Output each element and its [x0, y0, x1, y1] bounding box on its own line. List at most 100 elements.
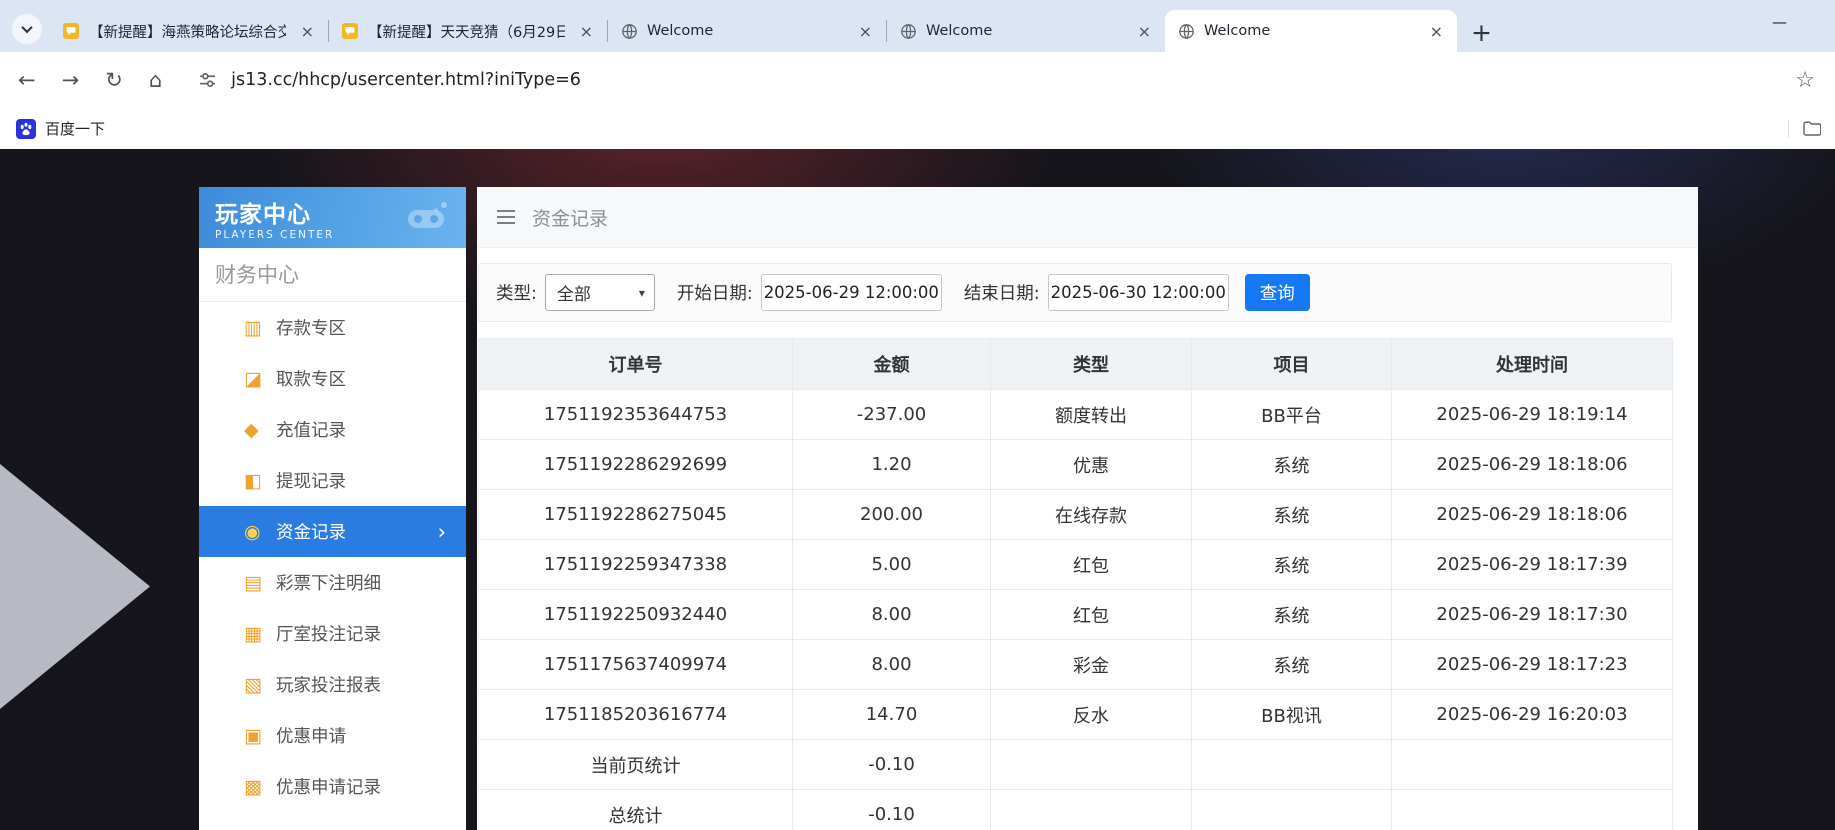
- sidebar-item-recharge-record[interactable]: ◆ 充值记录: [199, 404, 466, 455]
- table-cell: 200.00: [792, 489, 991, 540]
- cashout-record-icon: ◧: [244, 469, 262, 492]
- sidebar-item-player-bet-report[interactable]: ▧ 玩家投注报表: [199, 659, 466, 710]
- browser-tab[interactable]: 【新提醒】天天竞猜（6月29日 ×: [329, 10, 607, 52]
- promo-apply-icon: ▣: [244, 724, 262, 747]
- table-cell: [1391, 739, 1673, 790]
- table-row: 1751192250932440 8.00 红包 系统 2025-06-29 18:17…: [478, 589, 1673, 640]
- table-cell: 系统: [1191, 489, 1392, 540]
- tab-strip: 【新提醒】海燕策略论坛综合交 × 【新提醒】天天竞猜（6月29日 × Welcome × W…: [0, 0, 1835, 52]
- table-header-row: 订单号 金额 类型 项目 处理时间: [478, 338, 1673, 390]
- url-text[interactable]: js13.cc/hhcp/usercenter.html?iniType=6: [231, 70, 581, 90]
- hamburger-icon[interactable]: [497, 210, 517, 224]
- table-cell: 红包: [990, 589, 1192, 640]
- browser-window: 【新提醒】海燕策略论坛综合交 × 【新提醒】天天竞猜（6月29日 × Welcome × W…: [0, 0, 1835, 830]
- table-cell: BB平台: [1191, 389, 1392, 440]
- browser-tab[interactable]: Welcome ×: [1165, 10, 1457, 52]
- globe-icon: [900, 23, 917, 40]
- forward-button[interactable]: →: [62, 69, 80, 91]
- sidebar-item-hall-bet-record[interactable]: ▦ 厅室投注记录: [199, 608, 466, 659]
- other-bookmarks-folder-icon[interactable]: [1803, 121, 1821, 136]
- table-cell: 1.20: [792, 439, 991, 490]
- sidebar-item-label: 厅室投注记录: [276, 625, 381, 645]
- lottery-bet-detail-icon: ▤: [244, 571, 262, 594]
- table-row: 当前页统计 -0.10: [478, 739, 1673, 790]
- start-date-input[interactable]: [760, 274, 942, 311]
- tab-close-icon[interactable]: ×: [1424, 21, 1449, 42]
- table-cell: 2025-06-29 18:19:14: [1391, 389, 1673, 440]
- bookmarks-bar-right: [1788, 119, 1821, 138]
- table-cell: 1751175637409974: [478, 639, 793, 690]
- table-cell: -0.10: [792, 739, 991, 790]
- funds-table-body: 1751192353644753 -237.00 额度转出 BB平台 2025-06-2…: [478, 389, 1673, 830]
- new-tab-button[interactable]: +: [1471, 20, 1492, 45]
- table-cell: 总统计: [478, 789, 793, 830]
- sidebar-item-promo-apply-record[interactable]: ▩ 优惠申请记录: [199, 761, 466, 812]
- site-settings-icon[interactable]: [198, 71, 217, 90]
- reload-button[interactable]: ↻: [105, 69, 123, 91]
- table-cell: 在线存款: [990, 489, 1192, 540]
- table-cell: 2025-06-29 18:17:30: [1391, 589, 1673, 640]
- browser-toolbar: ← → ↻ ⌂ js13.cc/hhcp/usercenter.html?ini…: [0, 52, 1835, 108]
- table-cell: 当前页统计: [478, 739, 793, 790]
- table-cell: 1751192353644753: [478, 389, 793, 440]
- sidebar-item-label: 优惠申请记录: [276, 778, 381, 798]
- funds-table: 订单号 金额 类型 项目 处理时间 1751192353644753 -237.00 额度转…: [478, 338, 1673, 830]
- sidebar-item-funds-record[interactable]: ◉ 资金记录 ›: [199, 506, 466, 557]
- table-cell: 2025-06-29 18:18:06: [1391, 439, 1673, 490]
- tab-close-icon[interactable]: ×: [1132, 21, 1157, 42]
- back-button[interactable]: ←: [18, 69, 36, 91]
- funds-table-head: 订单号 金额 类型 项目 处理时间: [478, 338, 1673, 390]
- baidu-icon: [16, 118, 36, 139]
- deposit-icon: ▥: [244, 316, 262, 339]
- hall-bet-record-icon: ▦: [244, 622, 262, 645]
- table-cell: 8.00: [792, 589, 991, 640]
- table-row: 1751192353644753 -237.00 额度转出 BB平台 2025-06-2…: [478, 389, 1673, 440]
- end-date-input[interactable]: [1047, 274, 1229, 311]
- tab-close-icon[interactable]: ×: [853, 21, 878, 42]
- browser-tab[interactable]: Welcome ×: [887, 10, 1165, 52]
- table-cell: 1751192286292699: [478, 439, 793, 490]
- table-cell: [1391, 789, 1673, 830]
- sidebar-item-promo-apply[interactable]: ▣ 优惠申请: [199, 710, 466, 761]
- recharge-record-icon: ◆: [244, 418, 259, 441]
- chevron-down-icon: [21, 21, 33, 34]
- sidebar-item-cashout-record[interactable]: ◧ 提现记录: [199, 455, 466, 506]
- tab-title: Welcome: [647, 23, 714, 39]
- doc-yellow-icon: [63, 23, 80, 40]
- table-row: 1751192259347338 5.00 红包 系统 2025-06-29 18:17…: [478, 539, 1673, 590]
- tab-close-icon[interactable]: ×: [295, 21, 320, 42]
- tab-title: Welcome: [926, 23, 993, 39]
- browser-tab[interactable]: Welcome ×: [608, 10, 886, 52]
- bookmarks-separator: [1788, 119, 1789, 138]
- table-row: 1751192286292699 1.20 优惠 系统 2025-06-29 18:18…: [478, 439, 1673, 490]
- doc-yellow-icon: [342, 23, 359, 40]
- minimize-button[interactable]: —: [1772, 13, 1787, 31]
- home-button[interactable]: ⌂: [149, 69, 162, 91]
- table-cell: 1751192286275045: [478, 489, 793, 540]
- tab-close-icon[interactable]: ×: [574, 21, 599, 42]
- sidebar-item-deposit[interactable]: ▥ 存款专区: [199, 302, 466, 353]
- table-cell: 系统: [1191, 639, 1392, 690]
- bookmark-baidu[interactable]: 百度一下: [16, 118, 105, 139]
- table-cell: [1191, 789, 1392, 830]
- table-header-cell: 订单号: [478, 338, 793, 390]
- table-cell: 8.00: [792, 639, 991, 690]
- sidebar-item-label: 存款专区: [276, 319, 346, 339]
- table-cell: -237.00: [792, 389, 991, 440]
- funds-record-panel: 资金记录 类型: 全部 ▾ 开始日期: 结束日期: 查询: [477, 187, 1698, 830]
- type-select[interactable]: 全部 ▾: [544, 274, 655, 311]
- table-cell: 1751192250932440: [478, 589, 793, 640]
- bookmark-star-icon[interactable]: ☆: [1795, 68, 1815, 93]
- type-label: 类型:: [496, 284, 537, 304]
- table-cell: 14.70: [792, 689, 991, 740]
- tab-search-button[interactable]: [12, 14, 42, 44]
- sidebar-item-withdraw[interactable]: ◪ 取款专区: [199, 353, 466, 404]
- table-cell: 系统: [1191, 539, 1392, 590]
- table-cell: 反水: [990, 689, 1192, 740]
- start-date-label: 开始日期:: [676, 284, 753, 304]
- search-button[interactable]: 查询: [1244, 274, 1310, 311]
- promo-apply-record-icon: ▩: [244, 775, 262, 798]
- table-cell: 5.00: [792, 539, 991, 590]
- sidebar-item-lottery-bet-detail[interactable]: ▤ 彩票下注明细: [199, 557, 466, 608]
- browser-tab[interactable]: 【新提醒】海燕策略论坛综合交 ×: [50, 10, 328, 52]
